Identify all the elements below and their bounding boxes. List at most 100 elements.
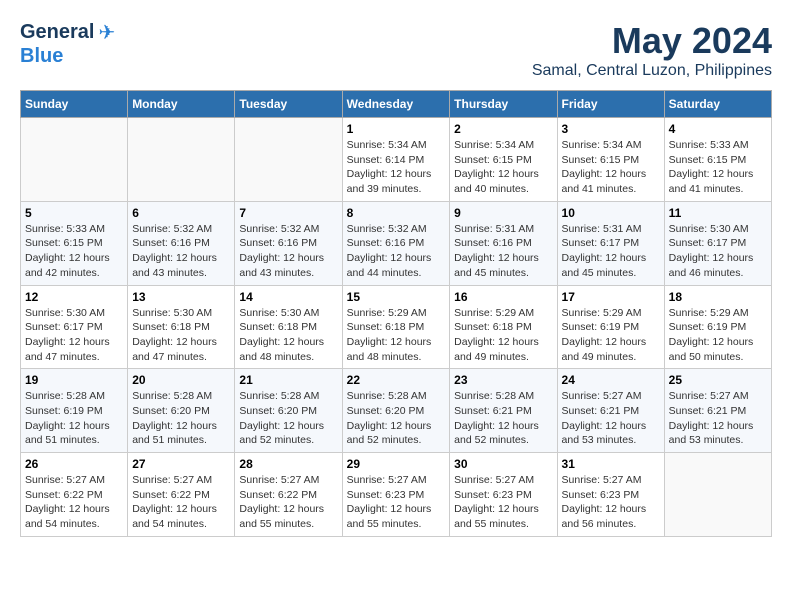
day-number: 15 [347, 290, 446, 304]
calendar-cell [128, 118, 235, 202]
calendar-cell: 28Sunrise: 5:27 AM Sunset: 6:22 PM Dayli… [235, 453, 342, 537]
day-info: Sunrise: 5:28 AM Sunset: 6:20 PM Dayligh… [347, 389, 446, 448]
calendar-table: Sunday Monday Tuesday Wednesday Thursday… [20, 90, 772, 537]
calendar-cell: 9Sunrise: 5:31 AM Sunset: 6:16 PM Daylig… [450, 201, 557, 285]
day-info: Sunrise: 5:29 AM Sunset: 6:18 PM Dayligh… [347, 306, 446, 365]
day-info: Sunrise: 5:34 AM Sunset: 6:14 PM Dayligh… [347, 138, 446, 197]
week-row-3: 12 Sunrise: 5:30 AM Sunset: 6:17 PM Dayli… [21, 285, 772, 369]
week-row-4: 19 Sunrise: 5:28 AM Sunset: 6:19 PM Dayli… [21, 369, 772, 453]
logo: General ✈ Blue [20, 20, 115, 68]
day-number: 1 [347, 122, 446, 136]
calendar-cell: 12 Sunrise: 5:30 AM Sunset: 6:17 PM Dayli… [21, 285, 128, 369]
calendar-cell: 27 Sunrise: 5:27 AM Sunset: 6:22 PM Dayli… [128, 453, 235, 537]
title-section: May 2024 Samal, Central Luzon, Philippin… [532, 20, 772, 80]
day-info: Sunrise: 5:34 AM Sunset: 6:15 PM Dayligh… [562, 138, 660, 197]
header-friday: Friday [557, 91, 664, 118]
calendar-cell: 24Sunrise: 5:27 AM Sunset: 6:21 PM Dayli… [557, 369, 664, 453]
header-thursday: Thursday [450, 91, 557, 118]
calendar-cell: 13Sunrise: 5:30 AM Sunset: 6:18 PM Dayli… [128, 285, 235, 369]
day-number: 18 [669, 290, 767, 304]
day-number: 31 [562, 457, 660, 471]
header: General ✈ Blue May 2024 Samal, Central L… [20, 20, 772, 80]
logo-blue-text: Blue [20, 45, 63, 67]
day-number: 30 [454, 457, 552, 471]
calendar-cell: 10 Sunrise: 5:31 AM Sunset: 6:17 PM Dayli… [557, 201, 664, 285]
day-number: 12 [25, 290, 123, 304]
day-info: Sunrise: 5:31 AM Sunset: 6:17 PM Dayligh… [562, 222, 660, 281]
day-info: Sunrise: 5:27 AM Sunset: 6:23 PM Dayligh… [562, 473, 660, 532]
day-info: Sunrise: 5:29 AM Sunset: 6:18 PM Dayligh… [454, 306, 552, 365]
header-row: Sunday Monday Tuesday Wednesday Thursday… [21, 91, 772, 118]
day-info: Sunrise: 5:28 AM Sunset: 6:20 PM Dayligh… [239, 389, 337, 448]
month-title: May 2024 [532, 20, 772, 62]
day-info: Sunrise: 5:34 AM Sunset: 6:15 PM Dayligh… [454, 138, 552, 197]
day-info: Sunrise: 5:32 AM Sunset: 6:16 PM Dayligh… [132, 222, 230, 281]
day-info: Sunrise: 5:28 AM Sunset: 6:20 PM Dayligh… [132, 389, 230, 448]
day-info: Sunrise: 5:28 AM Sunset: 6:19 PM Dayligh… [25, 389, 123, 448]
day-number: 27 [132, 457, 230, 471]
week-row-2: 5 Sunrise: 5:33 AM Sunset: 6:15 PM Daylig… [21, 201, 772, 285]
day-number: 9 [454, 206, 552, 220]
header-tuesday: Tuesday [235, 91, 342, 118]
day-number: 7 [239, 206, 337, 220]
header-wednesday: Wednesday [342, 91, 450, 118]
day-info: Sunrise: 5:27 AM Sunset: 6:22 PM Dayligh… [25, 473, 123, 532]
calendar-header: Sunday Monday Tuesday Wednesday Thursday… [21, 91, 772, 118]
day-number: 3 [562, 122, 660, 136]
calendar-cell: 23 Sunrise: 5:28 AM Sunset: 6:21 PM Dayli… [450, 369, 557, 453]
calendar-cell: 6 Sunrise: 5:32 AM Sunset: 6:16 PM Daylig… [128, 201, 235, 285]
logo-general-text: General [20, 21, 94, 44]
day-number: 21 [239, 373, 337, 387]
day-number: 5 [25, 206, 123, 220]
week-row-5: 26 Sunrise: 5:27 AM Sunset: 6:22 PM Dayli… [21, 453, 772, 537]
header-sunday: Sunday [21, 91, 128, 118]
calendar-cell: 16 Sunrise: 5:29 AM Sunset: 6:18 PM Dayli… [450, 285, 557, 369]
day-number: 24 [562, 373, 660, 387]
day-info: Sunrise: 5:28 AM Sunset: 6:21 PM Dayligh… [454, 389, 552, 448]
calendar-cell: 18 Sunrise: 5:29 AM Sunset: 6:19 PM Dayli… [664, 285, 771, 369]
day-number: 22 [347, 373, 446, 387]
calendar-cell: 31 Sunrise: 5:27 AM Sunset: 6:23 PM Dayli… [557, 453, 664, 537]
day-info: Sunrise: 5:32 AM Sunset: 6:16 PM Dayligh… [239, 222, 337, 281]
day-number: 8 [347, 206, 446, 220]
calendar-cell: 30Sunrise: 5:27 AM Sunset: 6:23 PM Dayli… [450, 453, 557, 537]
day-number: 14 [239, 290, 337, 304]
day-info: Sunrise: 5:30 AM Sunset: 6:17 PM Dayligh… [669, 222, 767, 281]
calendar-cell: 15 Sunrise: 5:29 AM Sunset: 6:18 PM Dayli… [342, 285, 450, 369]
week-row-1: 1 Sunrise: 5:34 AM Sunset: 6:14 PM Daylig… [21, 118, 772, 202]
day-info: Sunrise: 5:27 AM Sunset: 6:22 PM Dayligh… [132, 473, 230, 532]
calendar-cell: 17Sunrise: 5:29 AM Sunset: 6:19 PM Dayli… [557, 285, 664, 369]
day-info: Sunrise: 5:29 AM Sunset: 6:19 PM Dayligh… [669, 306, 767, 365]
day-number: 23 [454, 373, 552, 387]
day-info: Sunrise: 5:33 AM Sunset: 6:15 PM Dayligh… [25, 222, 123, 281]
day-number: 17 [562, 290, 660, 304]
header-saturday: Saturday [664, 91, 771, 118]
day-number: 13 [132, 290, 230, 304]
day-info: Sunrise: 5:30 AM Sunset: 6:18 PM Dayligh… [239, 306, 337, 365]
calendar-cell: 3 Sunrise: 5:34 AM Sunset: 6:15 PM Daylig… [557, 118, 664, 202]
day-info: Sunrise: 5:27 AM Sunset: 6:21 PM Dayligh… [669, 389, 767, 448]
calendar-cell [21, 118, 128, 202]
calendar-cell: 25Sunrise: 5:27 AM Sunset: 6:21 PM Dayli… [664, 369, 771, 453]
day-number: 28 [239, 457, 337, 471]
calendar-cell: 22 Sunrise: 5:28 AM Sunset: 6:20 PM Dayli… [342, 369, 450, 453]
header-monday: Monday [128, 91, 235, 118]
calendar-cell [664, 453, 771, 537]
calendar-cell: 29Sunrise: 5:27 AM Sunset: 6:23 PM Dayli… [342, 453, 450, 537]
calendar-cell: 19 Sunrise: 5:28 AM Sunset: 6:19 PM Dayli… [21, 369, 128, 453]
day-number: 10 [562, 206, 660, 220]
day-number: 26 [25, 457, 123, 471]
calendar-cell: 2Sunrise: 5:34 AM Sunset: 6:15 PM Daylig… [450, 118, 557, 202]
day-number: 16 [454, 290, 552, 304]
calendar-body: 1 Sunrise: 5:34 AM Sunset: 6:14 PM Daylig… [21, 118, 772, 537]
day-info: Sunrise: 5:30 AM Sunset: 6:17 PM Dayligh… [25, 306, 123, 365]
calendar-cell: 5 Sunrise: 5:33 AM Sunset: 6:15 PM Daylig… [21, 201, 128, 285]
day-number: 19 [25, 373, 123, 387]
day-number: 29 [347, 457, 446, 471]
calendar-cell: 8Sunrise: 5:32 AM Sunset: 6:16 PM Daylig… [342, 201, 450, 285]
logo-bird-icon: ✈ [98, 20, 115, 45]
day-number: 6 [132, 206, 230, 220]
calendar-cell: 4Sunrise: 5:33 AM Sunset: 6:15 PM Daylig… [664, 118, 771, 202]
calendar-cell: 11Sunrise: 5:30 AM Sunset: 6:17 PM Dayli… [664, 201, 771, 285]
calendar-cell [235, 118, 342, 202]
